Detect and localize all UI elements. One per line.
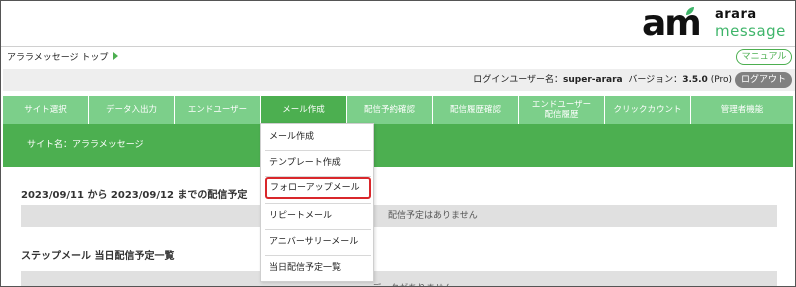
user-info-bar: ログインユーザー名：super-arara バージョン：3.5.0 (Pro) …: [3, 69, 795, 91]
menu-item-repeat-mail[interactable]: リピートメール: [265, 205, 371, 227]
nav-item-site-select[interactable]: サイト選択: [3, 96, 89, 124]
logout-button[interactable]: ログアウト: [735, 72, 792, 88]
schedule-empty-row: 配信予定はありません: [21, 205, 777, 227]
logo-text-message: message: [715, 22, 786, 40]
user-info: ログインユーザー名：super-arara バージョン：3.5.0 (Pro): [473, 69, 732, 91]
logo-text-arara: arara: [715, 7, 757, 22]
menu-divider: [265, 255, 371, 256]
breadcrumb-home-link[interactable]: アララメッセージ トップ: [7, 50, 108, 63]
brand-logo[interactable]: am arara message: [642, 6, 785, 43]
main-nav: サイト選択 データ入出力 エンドユーザー メール作成 配信予約確認 配信履歴確認…: [3, 96, 793, 124]
version-number: 3.5.0: [682, 75, 708, 85]
menu-item-today-schedule[interactable]: 当日配信予定一覧: [265, 257, 371, 279]
chevron-right-icon: [113, 52, 119, 60]
login-user-name: super-arara: [563, 75, 623, 85]
menu-divider: [265, 203, 371, 204]
nav-item-end-user[interactable]: エンドユーザー: [175, 96, 261, 124]
site-header-band: サイト名：アララメッセージ: [3, 124, 793, 167]
menu-item-followup-mail[interactable]: フォローアップメール: [265, 177, 371, 199]
step-mail-section-title: ステップメール 当日配信予定一覧: [21, 251, 175, 262]
nav-item-data-io[interactable]: データ入出力: [89, 96, 175, 124]
menu-divider: [265, 229, 371, 230]
site-name: サイト名：アララメッセージ: [27, 140, 144, 150]
header-divider: [1, 46, 795, 47]
manual-button[interactable]: マニュアル: [736, 49, 792, 65]
nav-item-delivery-reservation[interactable]: 配信予約確認: [347, 96, 433, 124]
nav-item-click-count[interactable]: クリックカウント: [605, 96, 691, 124]
menu-item-anniversary-mail[interactable]: アニバーサリーメール: [265, 231, 371, 253]
menu-item-template-create[interactable]: テンプレート作成: [265, 152, 371, 174]
schedule-empty-text: 配信予定はありません: [388, 211, 478, 221]
breadcrumb: アララメッセージ トップ: [7, 49, 119, 63]
app-window: am arara message アララメッセージ トップ マニュアル ログイン…: [0, 0, 796, 287]
menu-item-mail-create[interactable]: メール作成: [265, 126, 371, 148]
menu-divider: [265, 150, 371, 151]
step-mail-empty-row: データがありません: [21, 271, 777, 286]
version-label: バージョン：: [628, 75, 683, 85]
mail-create-dropdown: メール作成 テンプレート作成 フォローアップメール リピートメール アニバーサリ…: [260, 123, 374, 282]
step-mail-empty-text: データがありません: [372, 278, 453, 286]
nav-item-admin[interactable]: 管理者機能: [691, 96, 793, 124]
nav-item-mail-create[interactable]: メール作成: [261, 96, 347, 124]
nav-item-delivery-history[interactable]: 配信履歴確認: [433, 96, 519, 124]
nav-item-end-user-history[interactable]: エンドユーザー 配信履歴: [519, 96, 605, 124]
version-edition: (Pro): [710, 75, 732, 85]
schedule-section-title: 2023/09/11 から 2023/09/12 までの配信予定: [21, 190, 248, 201]
login-user-label: ログインユーザー名：: [473, 75, 564, 85]
